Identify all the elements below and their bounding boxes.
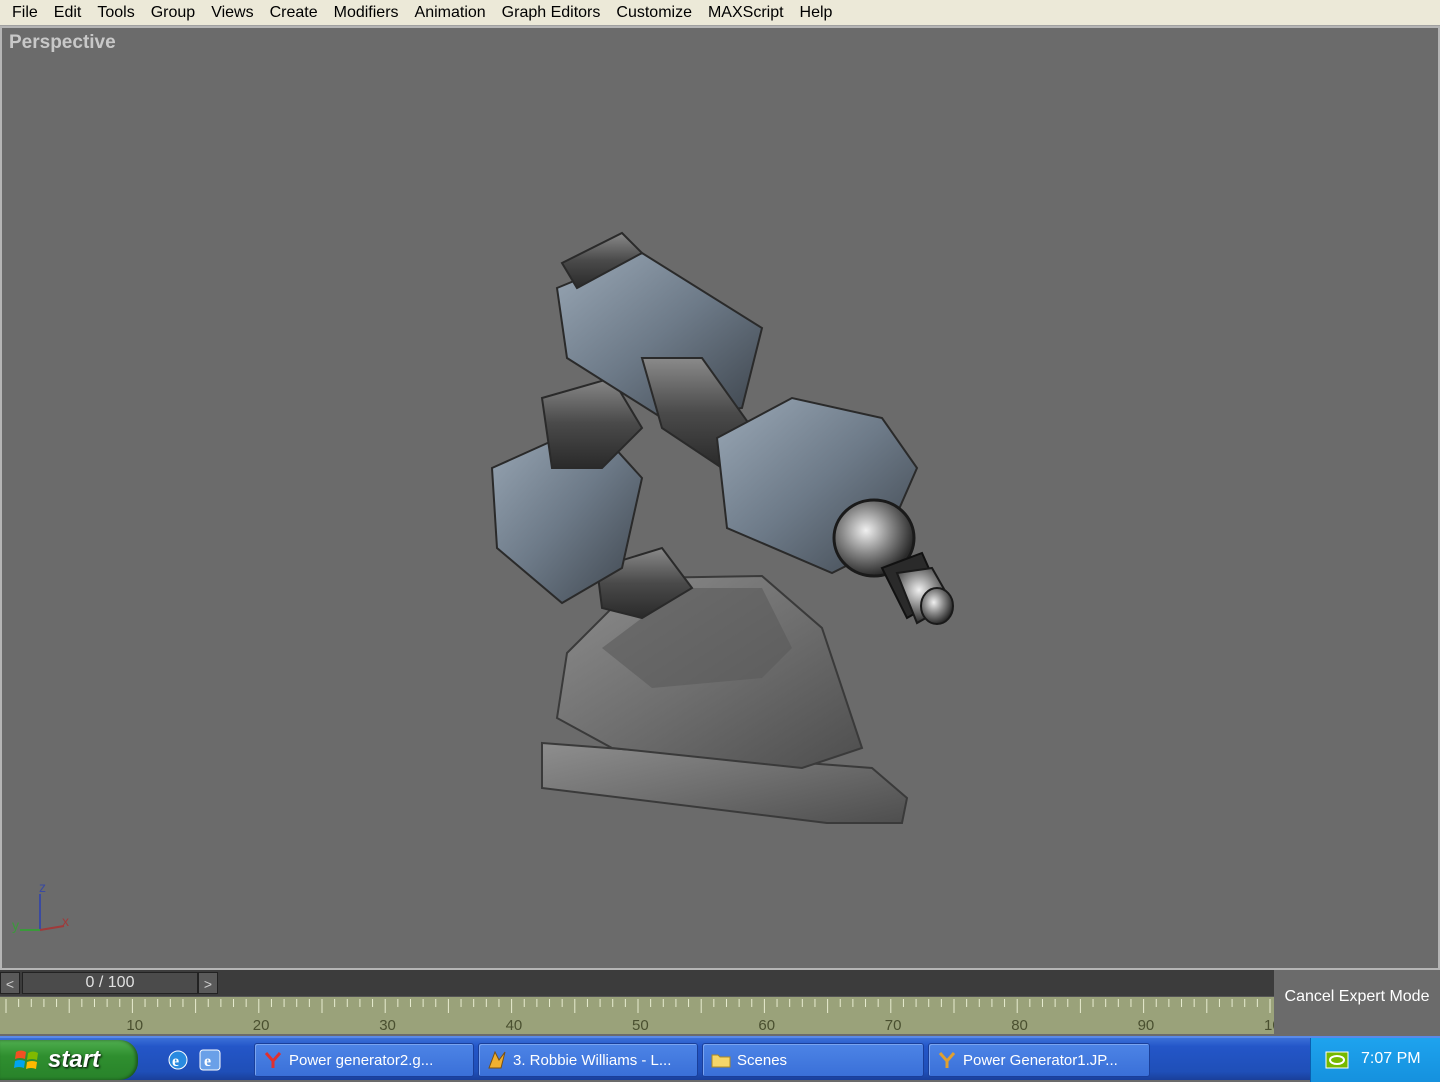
track-tick-label: 20	[253, 1017, 270, 1034]
system-clock[interactable]: 7:07 PM	[1361, 1050, 1421, 1068]
track-tick-label: 70	[885, 1017, 902, 1034]
axis-y-label: y	[12, 917, 19, 933]
track-tick-label: 50	[632, 1017, 649, 1034]
expert-mode-panel: Cancel Expert Mode	[1274, 970, 1440, 1034]
track-bar-ticks: 10 20 30 40 50 60 70 80 90 10	[5, 999, 1274, 1034]
system-tray: 7:07 PM	[1310, 1038, 1440, 1082]
taskbar-item-label: Scenes	[737, 1051, 788, 1069]
menu-tools[interactable]: Tools	[89, 1, 142, 25]
windows-logo-icon	[14, 1050, 38, 1069]
taskbar-item-winamp[interactable]: 3. Robbie Williams - L...	[478, 1043, 698, 1077]
folder-icon	[711, 1054, 731, 1068]
track-tick-label: 10	[1264, 1017, 1274, 1034]
windows-taskbar: start e e Power generator2.g... 3. Robbi…	[0, 1036, 1440, 1082]
previous-frame-button[interactable]: <	[0, 972, 20, 994]
track-tick-label: 30	[379, 1017, 396, 1034]
model-base	[541, 574, 909, 824]
taskbar-item-label: 3. Robbie Williams - L...	[513, 1051, 672, 1069]
perspective-viewport[interactable]: Perspective z y x	[0, 26, 1440, 970]
y-app-icon	[264, 1052, 282, 1068]
next-frame-button[interactable]: >	[198, 972, 218, 994]
taskbar-item-scenes[interactable]: Scenes	[702, 1043, 924, 1077]
winamp-icon	[488, 1050, 506, 1069]
image-viewer-icon	[938, 1052, 956, 1068]
time-slider-thumb[interactable]: 0 / 100	[22, 972, 198, 994]
menu-bar: File Edit Tools Group Views Create Modif…	[0, 0, 1440, 26]
start-button[interactable]: start	[0, 1040, 138, 1080]
track-tick-label: 60	[758, 1017, 775, 1034]
svg-text:e: e	[172, 1053, 179, 1070]
menu-group[interactable]: Group	[143, 1, 203, 25]
track-bar[interactable]: 10 20 30 40 50 60 70 80 90 10	[0, 996, 1274, 1034]
time-slider-bar: < 0 / 100 >	[0, 970, 1274, 996]
menu-graph-editors[interactable]: Graph Editors	[494, 1, 609, 25]
menu-views[interactable]: Views	[203, 1, 261, 25]
nvidia-tray-icon[interactable]	[1325, 1049, 1349, 1071]
track-tick-label: 80	[1011, 1017, 1028, 1034]
taskbar-item-power-generator1[interactable]: Power Generator1.JP...	[928, 1043, 1150, 1077]
taskbar-item-label: Power Generator1.JP...	[963, 1051, 1118, 1069]
3d-model-power-generator[interactable]	[2, 28, 1438, 968]
axis-x-label: x	[62, 913, 69, 929]
menu-modifiers[interactable]: Modifiers	[326, 1, 407, 25]
track-tick-label: 40	[506, 1017, 523, 1034]
track-tick-label: 10	[126, 1017, 143, 1034]
svg-text:e: e	[204, 1053, 211, 1070]
cancel-expert-mode-button[interactable]: Cancel Expert Mode	[1274, 988, 1440, 1006]
track-tick-label: 90	[1138, 1017, 1155, 1034]
ie-shortcut-icon[interactable]: e	[198, 1048, 222, 1072]
menu-help[interactable]: Help	[792, 1, 841, 25]
menu-file[interactable]: File	[4, 1, 46, 25]
taskbar-item-label: Power generator2.g...	[289, 1051, 434, 1069]
menu-maxscript[interactable]: MAXScript	[700, 1, 792, 25]
start-label: start	[48, 1046, 101, 1073]
internet-explorer-icon[interactable]: e	[166, 1048, 190, 1072]
menu-edit[interactable]: Edit	[46, 1, 90, 25]
menu-create[interactable]: Create	[262, 1, 326, 25]
taskbar-item-power-generator2[interactable]: Power generator2.g...	[254, 1043, 474, 1077]
menu-customize[interactable]: Customize	[608, 1, 700, 25]
model-arm	[490, 231, 954, 625]
axis-tripod-icon: z y x	[12, 880, 69, 933]
axis-z-label: z	[39, 880, 46, 895]
menu-animation[interactable]: Animation	[407, 1, 494, 25]
